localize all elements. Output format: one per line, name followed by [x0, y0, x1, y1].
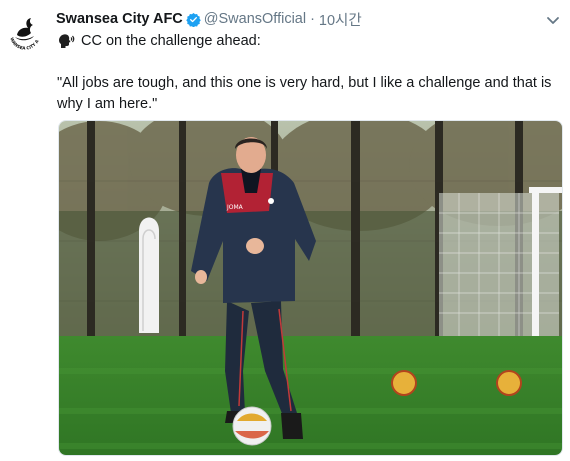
- account-name[interactable]: Swansea City AFC: [56, 11, 183, 27]
- tweet-header: Swansea City AFC @SwansOfficial · 10시간: [56, 9, 362, 29]
- tweet-photo[interactable]: JOMA: [58, 120, 563, 456]
- avatar[interactable]: SWANSEA CITY AFC: [4, 10, 46, 52]
- tweet-card[interactable]: SWANSEA CITY AFC Swansea City AFC @Swans…: [0, 0, 570, 461]
- training-photo-image: JOMA: [59, 121, 562, 455]
- separator-dot: ·: [310, 11, 315, 27]
- chevron-down-icon[interactable]: [545, 12, 561, 28]
- tweet-text-intro: CC on the challenge ahead:: [81, 33, 261, 49]
- verified-badge-icon: [186, 12, 201, 27]
- tweet-quote-text: "All jobs are tough, and this one is ver…: [57, 75, 552, 112]
- tweet-text-line1: CC on the challenge ahead:: [57, 31, 261, 51]
- account-handle[interactable]: @SwansOfficial: [204, 11, 306, 27]
- speaking-head-icon: [59, 34, 75, 48]
- swansea-crest-icon: SWANSEA CITY AFC: [4, 10, 46, 52]
- jacket-brand-text: JOMA: [226, 204, 244, 211]
- tweet-timestamp[interactable]: 10시간: [319, 9, 362, 30]
